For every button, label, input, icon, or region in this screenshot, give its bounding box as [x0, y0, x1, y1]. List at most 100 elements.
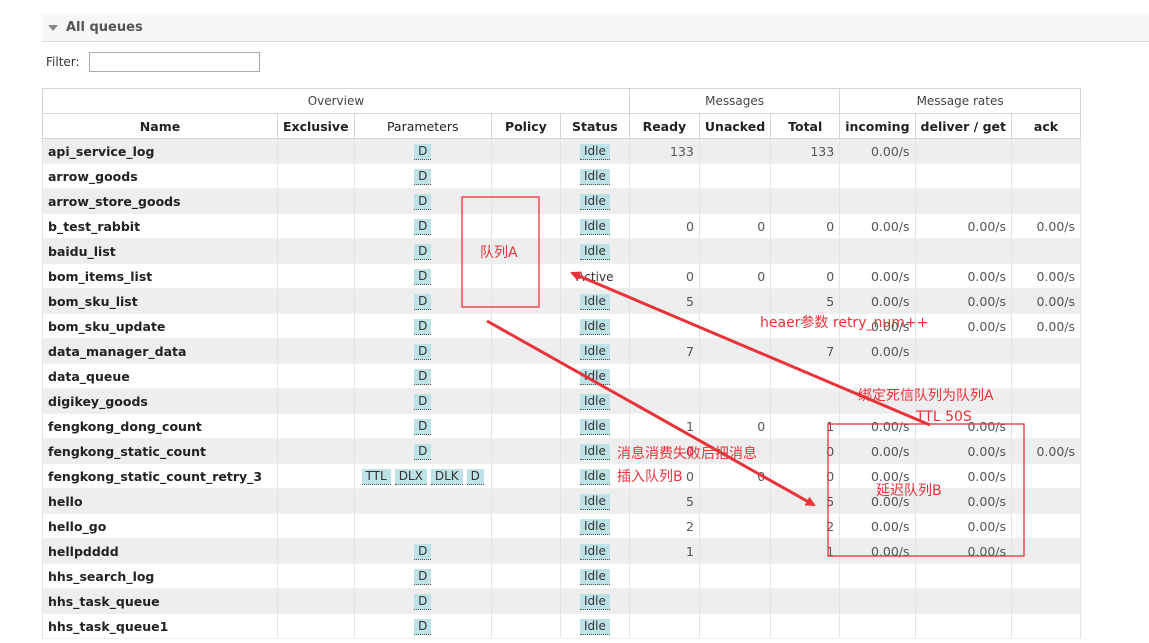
table-row[interactable]: data_queue D Idle	[42, 363, 1081, 389]
table-row[interactable]: api_service_log D Idle 133 133 0.00/s	[42, 138, 1081, 164]
table-row[interactable]: bom_items_list D Active 0 0 0 0.00/s 0.00/s 0.00…	[42, 263, 1081, 289]
incoming-rate-cell: 0.00/s	[839, 513, 916, 539]
param-tag[interactable]: D	[414, 443, 432, 460]
queue-name-link[interactable]: digikey_goods	[42, 388, 278, 414]
param-tag[interactable]: D	[414, 418, 432, 435]
incoming-rate-cell	[839, 588, 916, 614]
col-deliver-get[interactable]: deliver / get	[914, 113, 1013, 139]
param-tag[interactable]: D	[414, 243, 432, 260]
total-cell	[770, 188, 841, 214]
table-row[interactable]: baidu_list D Idle	[42, 238, 1081, 264]
col-policy[interactable]: Policy	[490, 113, 561, 139]
table-row[interactable]: fengkong_static_count D Idle 0 0 0.00/s 0.00/s…	[42, 438, 1081, 464]
queue-name-link[interactable]: hhs_task_queue	[42, 588, 278, 614]
param-tag[interactable]: D	[414, 318, 432, 335]
collapse-triangle-icon[interactable]	[48, 24, 58, 31]
table-row[interactable]: hello_go Idle 2 2 0.00/s 0.00/s	[42, 513, 1081, 539]
ready-cell	[628, 588, 700, 614]
table-row[interactable]: hhs_task_queue D Idle	[42, 588, 1081, 614]
queue-name-link[interactable]: baidu_list	[42, 238, 278, 264]
parameters-cell: D	[353, 538, 492, 564]
queue-name-link[interactable]: fengkong_dong_count	[42, 413, 278, 439]
param-tag[interactable]: D	[466, 468, 484, 485]
param-tag[interactable]: D	[414, 593, 432, 610]
filter-label: Filter:	[46, 55, 80, 69]
status-badge: Idle	[579, 593, 610, 610]
unacked-cell	[698, 163, 772, 189]
param-tag[interactable]: D	[414, 218, 432, 235]
param-tag[interactable]: D	[414, 293, 432, 310]
param-tag[interactable]: D	[414, 568, 432, 585]
parameters-cell: D	[353, 163, 492, 189]
queue-name-link[interactable]: fengkong_static_count_retry_3	[42, 463, 278, 489]
col-unacked[interactable]: Unacked	[698, 113, 772, 139]
status-cell: Idle	[559, 338, 630, 364]
parameters-cell: D	[353, 288, 492, 314]
deliver-get-rate-cell: 0.00/s	[914, 313, 1013, 339]
incoming-rate-cell: 0.00/s	[839, 438, 916, 464]
param-tag[interactable]: D	[414, 393, 432, 410]
status-cell: Idle	[559, 513, 630, 539]
policy-cell	[490, 338, 561, 364]
filter-input[interactable]	[88, 52, 260, 72]
col-status[interactable]: Status	[559, 113, 630, 139]
param-tag[interactable]: D	[414, 168, 432, 185]
table-row[interactable]: data_manager_data D Idle 7 7 0.00/s	[42, 338, 1081, 364]
col-total[interactable]: Total	[770, 113, 841, 139]
policy-cell	[490, 538, 561, 564]
queue-name-link[interactable]: hellpdddd	[42, 538, 278, 564]
queue-name-link[interactable]: data_queue	[42, 363, 278, 389]
status-cell: Idle	[559, 388, 630, 414]
table-row[interactable]: hellpdddd D Idle 1 1 0.00/s 0.00/s	[42, 538, 1081, 564]
exclusive-cell	[277, 263, 355, 289]
param-tag[interactable]: DLK	[430, 468, 463, 485]
param-tag[interactable]: D	[414, 343, 432, 360]
param-tag[interactable]: D	[414, 368, 432, 385]
queue-name-link[interactable]: hhs_task_queue1	[42, 613, 278, 639]
queue-name-link[interactable]: arrow_store_goods	[42, 188, 278, 214]
incoming-rate-cell: 0.00/s	[839, 213, 916, 239]
table-row[interactable]: hhs_task_queue1 D Idle	[42, 613, 1081, 639]
table-row[interactable]: arrow_store_goods D Idle	[42, 188, 1081, 214]
queue-name-link[interactable]: hhs_search_log	[42, 563, 278, 589]
status-badge: Idle	[579, 393, 610, 410]
col-name[interactable]: Name	[42, 113, 278, 139]
all-queues-header[interactable]: All queues	[42, 14, 1149, 42]
ack-rate-cell	[1011, 238, 1081, 264]
queue-name-link[interactable]: bom_sku_list	[42, 288, 278, 314]
queue-name-link[interactable]: bom_sku_update	[42, 313, 278, 339]
queue-name-link[interactable]: hello	[42, 488, 278, 514]
queue-name-link[interactable]: data_manager_data	[42, 338, 278, 364]
ready-cell	[628, 238, 700, 264]
table-row[interactable]: arrow_goods D Idle	[42, 163, 1081, 189]
param-tag[interactable]: D	[414, 268, 432, 285]
table-row[interactable]: b_test_rabbit D Idle 0 0 0 0.00/s 0.00/s 0.00/s	[42, 213, 1081, 239]
ready-cell: 7	[628, 338, 700, 364]
col-incoming[interactable]: incoming	[839, 113, 916, 139]
param-tag[interactable]: D	[414, 193, 432, 210]
col-ready[interactable]: Ready	[628, 113, 700, 139]
param-tag[interactable]: D	[414, 618, 432, 635]
table-row[interactable]: bom_sku_list D Idle 5 5 0.00/s 0.00/s 0.00/s	[42, 288, 1081, 314]
status-badge: Idle	[579, 143, 610, 160]
parameters-cell: D	[353, 613, 492, 639]
param-tag[interactable]: TTL	[361, 468, 391, 485]
col-ack[interactable]: ack	[1011, 113, 1081, 139]
queue-name-link[interactable]: fengkong_static_count	[42, 438, 278, 464]
queue-name-link[interactable]: hello_go	[42, 513, 278, 539]
queue-name-link[interactable]: arrow_goods	[42, 163, 278, 189]
queue-name-link[interactable]: b_test_rabbit	[42, 213, 278, 239]
deliver-get-rate-cell: 0.00/s	[914, 288, 1013, 314]
total-cell: 1	[770, 413, 841, 439]
exclusive-cell	[277, 438, 355, 464]
table-row[interactable]: hhs_search_log D Idle	[42, 563, 1081, 589]
policy-cell	[490, 563, 561, 589]
param-tag[interactable]: DLX	[394, 468, 427, 485]
col-exclusive[interactable]: Exclusive	[277, 113, 355, 139]
param-tag[interactable]: D	[414, 543, 432, 560]
policy-cell	[490, 138, 561, 164]
queue-name-link[interactable]: api_service_log	[42, 138, 278, 164]
status-badge: Idle	[579, 193, 610, 210]
queue-name-link[interactable]: bom_items_list	[42, 263, 278, 289]
param-tag[interactable]: D	[414, 143, 432, 160]
